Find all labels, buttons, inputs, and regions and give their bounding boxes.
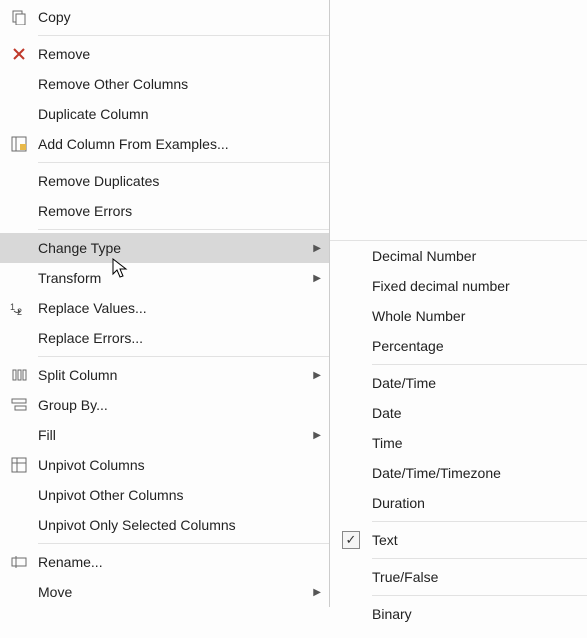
submenu-text[interactable]: ✓ Text <box>330 525 587 555</box>
submenu-arrow-icon: ▶ <box>303 273 321 284</box>
separator <box>372 521 587 522</box>
menu-label: Remove Duplicates <box>38 173 321 189</box>
menu-move[interactable]: Move ▶ <box>0 577 329 607</box>
submenu-label: Date/Time <box>372 375 579 391</box>
submenu-date-time-timezone[interactable]: Date/Time/Timezone <box>330 458 587 488</box>
check-mark-icon: ✓ <box>342 531 360 549</box>
submenu-binary[interactable]: Binary <box>330 599 587 629</box>
submenu-arrow-icon: ▶ <box>303 430 321 441</box>
menu-label: Move <box>38 584 303 600</box>
submenu-label: Percentage <box>372 338 579 354</box>
submenu-label: Decimal Number <box>372 248 579 264</box>
separator <box>38 162 329 163</box>
submenu-label: Time <box>372 435 579 451</box>
menu-label: Replace Values... <box>38 300 321 316</box>
submenu-label: Date <box>372 405 579 421</box>
unpivot-icon <box>0 457 38 473</box>
submenu-arrow-icon: ▶ <box>303 370 321 381</box>
menu-label: Transform <box>38 270 303 286</box>
submenu-date-time[interactable]: Date/Time <box>330 368 587 398</box>
separator <box>38 229 329 230</box>
menu-add-column-from-examples[interactable]: Add Column From Examples... <box>0 129 329 159</box>
menu-label: Group By... <box>38 397 321 413</box>
replace-values-icon: 12 <box>0 300 38 316</box>
context-menu: Copy Remove Remove Other Columns Duplica… <box>0 0 330 607</box>
menu-label: Rename... <box>38 554 321 570</box>
submenu-label: Date/Time/Timezone <box>372 465 579 481</box>
submenu-label: Text <box>372 532 579 548</box>
menu-label: Remove Other Columns <box>38 76 321 92</box>
menu-label: Split Column <box>38 367 303 383</box>
menu-replace-errors[interactable]: Replace Errors... <box>0 323 329 353</box>
submenu-true-false[interactable]: True/False <box>330 562 587 592</box>
group-by-icon <box>0 397 38 413</box>
separator <box>372 364 587 365</box>
separator <box>38 35 329 36</box>
menu-rename[interactable]: Rename... <box>0 547 329 577</box>
menu-label: Replace Errors... <box>38 330 321 346</box>
svg-text:1: 1 <box>10 302 15 312</box>
menu-transform[interactable]: Transform ▶ <box>0 263 329 293</box>
menu-copy[interactable]: Copy <box>0 2 329 32</box>
split-column-icon <box>0 367 38 383</box>
submenu-percentage[interactable]: Percentage <box>330 331 587 361</box>
menu-label: Fill <box>38 427 303 443</box>
menu-label: Remove Errors <box>38 203 321 219</box>
menu-label: Add Column From Examples... <box>38 136 321 152</box>
menu-label: Unpivot Columns <box>38 457 321 473</box>
menu-label: Unpivot Other Columns <box>38 487 321 503</box>
submenu-duration[interactable]: Duration <box>330 488 587 518</box>
submenu-arrow-icon: ▶ <box>303 587 321 598</box>
submenu-decimal-number[interactable]: Decimal Number <box>330 241 587 271</box>
menu-remove-other-columns[interactable]: Remove Other Columns <box>0 69 329 99</box>
rename-icon <box>0 554 38 570</box>
menu-duplicate-column[interactable]: Duplicate Column <box>0 99 329 129</box>
menu-unpivot-columns[interactable]: Unpivot Columns <box>0 450 329 480</box>
menu-change-type[interactable]: Change Type ▶ <box>0 233 329 263</box>
separator <box>38 356 329 357</box>
submenu-label: Binary <box>372 606 579 622</box>
menu-replace-values[interactable]: 12 Replace Values... <box>0 293 329 323</box>
separator <box>372 595 587 596</box>
submenu-date[interactable]: Date <box>330 398 587 428</box>
menu-label: Duplicate Column <box>38 106 321 122</box>
submenu-time[interactable]: Time <box>330 428 587 458</box>
submenu-label: Whole Number <box>372 308 579 324</box>
menu-label: Copy <box>38 9 321 25</box>
menu-remove-errors[interactable]: Remove Errors <box>0 196 329 226</box>
add-column-icon <box>0 136 38 152</box>
remove-icon <box>0 46 38 62</box>
menu-group-by[interactable]: Group By... <box>0 390 329 420</box>
menu-label: Change Type <box>38 240 303 256</box>
menu-split-column[interactable]: Split Column ▶ <box>0 360 329 390</box>
submenu-fixed-decimal[interactable]: Fixed decimal number <box>330 271 587 301</box>
submenu-label: True/False <box>372 569 579 585</box>
menu-unpivot-only-selected[interactable]: Unpivot Only Selected Columns <box>0 510 329 540</box>
menu-remove[interactable]: Remove <box>0 39 329 69</box>
separator <box>38 543 329 544</box>
submenu-arrow-icon: ▶ <box>303 243 321 254</box>
copy-icon <box>0 9 38 25</box>
checked-icon: ✓ <box>330 531 372 549</box>
submenu-label: Duration <box>372 495 579 511</box>
separator <box>372 558 587 559</box>
change-type-submenu: Decimal Number Fixed decimal number Whol… <box>330 240 587 629</box>
menu-label: Unpivot Only Selected Columns <box>38 517 321 533</box>
menu-label: Remove <box>38 46 321 62</box>
menu-fill[interactable]: Fill ▶ <box>0 420 329 450</box>
menu-remove-duplicates[interactable]: Remove Duplicates <box>0 166 329 196</box>
submenu-label: Fixed decimal number <box>372 278 579 294</box>
submenu-whole-number[interactable]: Whole Number <box>330 301 587 331</box>
menu-unpivot-other-columns[interactable]: Unpivot Other Columns <box>0 480 329 510</box>
